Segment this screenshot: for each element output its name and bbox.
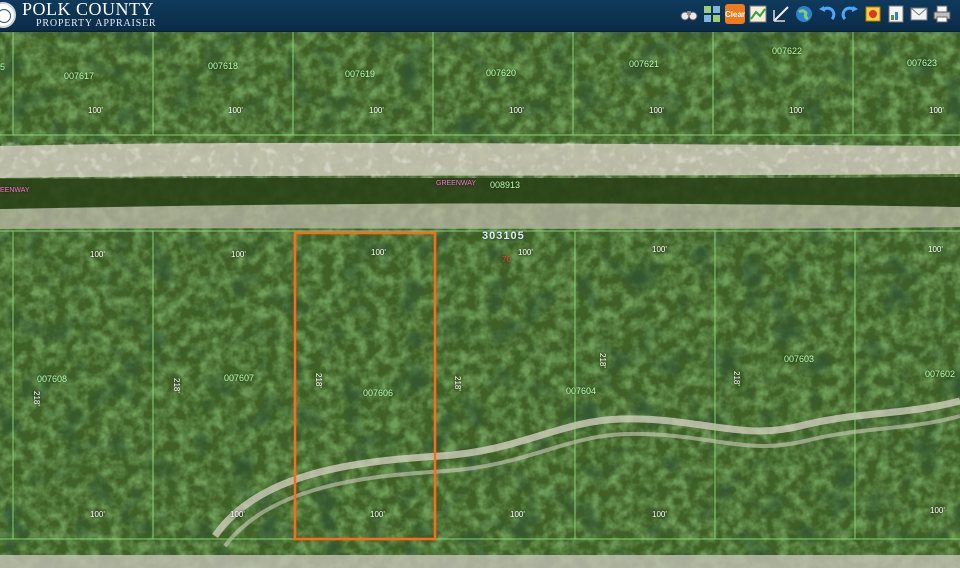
parcel-number-label: 007619 [345,69,376,79]
parcel-number-label: 007607 [224,373,255,383]
section-label: 303105 [482,230,525,242]
parcel-number-label: 007606 [363,388,394,398]
parcel-number-label: 007602 [925,369,956,379]
parcel-number-label: 007618 [208,61,239,71]
dimension-label: 100' [652,510,667,519]
binoculars-icon[interactable] [679,4,699,24]
dimension-label: 100' [649,106,664,115]
dimension-label: 218' [732,371,741,386]
street-parcel-label: 008913 [490,180,521,190]
map-toolbar: Clear [679,4,952,24]
parcel-number-label: 007603 [784,354,815,364]
dimension-label: 100' [371,248,386,257]
dimension-label: 100' [928,245,943,254]
dimension-label: 100' [230,510,245,519]
dimension-label: 218' [172,378,181,393]
dimension-label: 100' [789,106,804,115]
dimension-label: 100' [228,106,243,115]
parcel-number-label: 007608 [37,374,68,384]
dimension-label: 100' [510,510,525,519]
dimension-label: 100' [88,106,103,115]
dimension-label: 100' [929,106,944,115]
street-name-label: EENWAY [0,187,30,194]
dimension-label: 218' [453,376,462,391]
print-icon[interactable] [932,4,952,24]
clear-button[interactable]: Clear [725,4,745,24]
parcel-number-label: 007604 [566,386,597,396]
dimension-label: 100' [369,106,384,115]
dimension-label: 218' [314,373,323,388]
county-seal-logo [0,2,16,28]
measure-icon[interactable] [771,4,791,24]
parcel-number-label: 007622 [772,46,803,56]
app-subtitle: PROPERTY APPRAISER [36,18,157,29]
parcel-number-label: 007620 [486,68,517,78]
email-icon[interactable] [909,4,929,24]
globe-icon[interactable] [794,4,814,24]
dimension-label: 100' [90,250,105,259]
dimension-label: 100' [370,510,385,519]
dimension-label: 100' [930,506,945,515]
map-export-icon[interactable] [748,4,768,24]
app-title: POLK COUNTY [22,0,155,19]
dimension-label: 218' [32,391,41,406]
clear-button-label: Clear [725,9,746,19]
dimension-label: 218' [598,353,607,368]
undo-icon[interactable] [817,4,837,24]
redo-icon[interactable] [840,4,860,24]
parcel-number-label: 007623 [907,58,938,68]
dimension-label: 100' [231,250,246,259]
street-name-label: GREENWAY [436,180,477,187]
layers-grid-icon[interactable] [702,4,722,24]
parcel-number-label: 5 [0,62,6,72]
dimension-label: 100' [518,248,533,257]
aerial-imagery [0,31,960,568]
dimension-label: 100' [652,245,667,254]
dimension-label: 100' [509,106,524,115]
dimension-label: 100' [90,510,105,519]
parcel-number-label: 007617 [64,71,95,81]
aerial-map[interactable]: 5 007617 100' 007618 100' 007619 100' 007620 100… [0,31,960,568]
parcel-number-label: 007621 [629,59,660,69]
app-header: POLK COUNTY PROPERTY APPRAISER Clear [0,0,960,32]
report-icon[interactable] [886,4,906,24]
lot-number-label: 70 [502,255,511,264]
parcel-icon[interactable] [863,4,883,24]
